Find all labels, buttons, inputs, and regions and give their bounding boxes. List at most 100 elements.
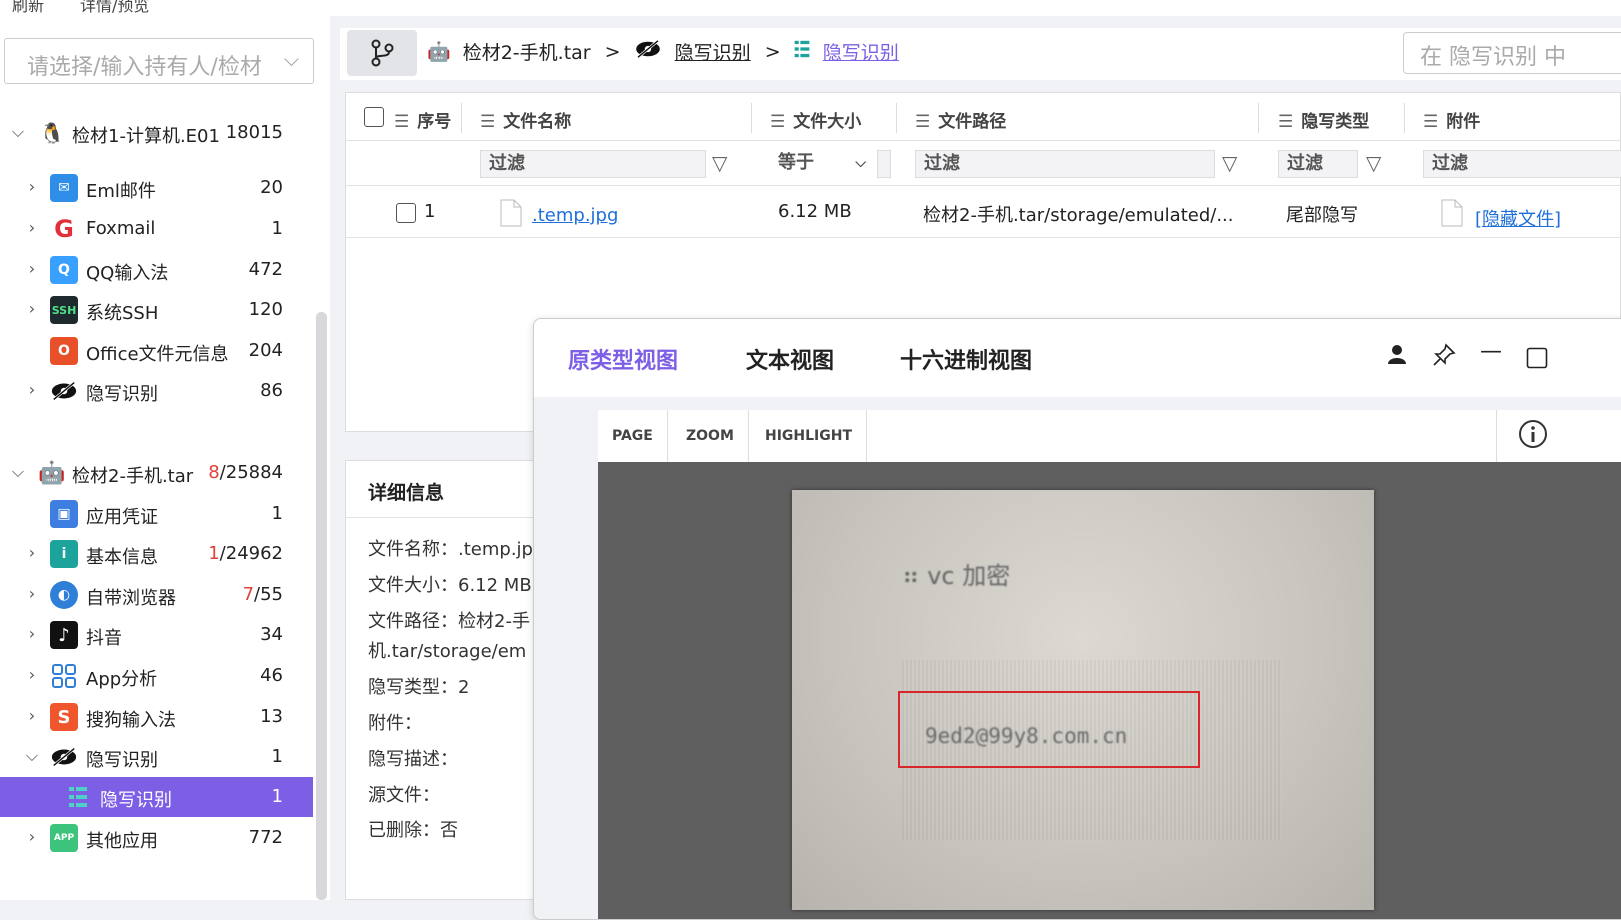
eye-slash-icon	[633, 39, 663, 64]
search-placeholder: 在 隐写识别 中	[1420, 45, 1566, 70]
image-toolbar: PAGE ZOOM HIGHLIGHT	[598, 410, 1621, 463]
app-grid-icon	[50, 662, 78, 690]
search-input[interactable]: 在 隐写识别 中	[1403, 32, 1621, 74]
highlight-button[interactable]: HIGHLIGHT	[751, 410, 868, 462]
chevron-down-icon[interactable]: ⌵	[10, 462, 26, 482]
pin-icon[interactable]	[1432, 343, 1456, 373]
refresh-menu[interactable]: 刷新	[12, 0, 44, 16]
chevron-down-icon[interactable]: ⌵	[10, 122, 26, 142]
image-canvas[interactable]: ⠶ vc 加密 9ed2@99y8.com.cn	[598, 462, 1621, 919]
detail-line: 隐写描述：	[368, 749, 458, 770]
chevron-down-icon[interactable]: ⌵	[24, 746, 40, 766]
filter-path-input[interactable]: 过滤	[915, 150, 1215, 178]
owner-select-placeholder: 请选择/输入持有人/检材	[27, 55, 262, 80]
tree-count: 18015	[225, 122, 283, 143]
tab-text-view[interactable]: 文本视图	[746, 343, 834, 375]
tree-label: App分析	[86, 669, 158, 690]
tree-item-credential[interactable]: ▣ 应用凭证 1	[0, 494, 313, 534]
tree-item-basic-info[interactable]: › i 基本信息 1/24962	[0, 534, 313, 574]
office-icon: O	[50, 337, 78, 365]
owner-select[interactable]: 请选择/输入持有人/检材 ⌵	[4, 38, 314, 84]
tree-count: 1	[271, 503, 283, 524]
detail-line: 附件：	[368, 713, 422, 734]
top-menu: 刷新 详情/预览	[0, 0, 1621, 16]
ssh-icon: SSH	[50, 296, 78, 324]
tree-count: 46	[260, 665, 283, 686]
tree-item-stego2[interactable]: ⌵ 隐写识别 1	[0, 737, 313, 777]
column-header-path[interactable]: ☰ 文件路径	[915, 107, 1006, 132]
file-name-link[interactable]: .temp.jpg	[532, 205, 618, 226]
size-filter-select[interactable]: 等于 ⌵	[770, 150, 870, 178]
column-header-size[interactable]: ☰ 文件大小	[770, 107, 861, 132]
tree-item-stego1[interactable]: › 隐写识别 86	[0, 371, 313, 411]
tree-item-qq-input[interactable]: › Q QQ输入法 472	[0, 250, 313, 290]
tree-item-app-analysis[interactable]: › App分析 46	[0, 656, 313, 696]
tree-count: 86	[260, 380, 283, 401]
douyin-icon: ♪	[50, 621, 78, 649]
details-menu[interactable]: 详情/预览	[80, 0, 149, 16]
info-icon[interactable]	[1517, 418, 1549, 455]
other-app-icon: APP	[50, 824, 78, 852]
column-header-index[interactable]: ☰ 序号	[394, 107, 451, 132]
tree-count: 8/25884	[208, 462, 283, 483]
tree-item-office[interactable]: O Office文件元信息 204	[0, 331, 313, 371]
tree-item-ssh[interactable]: › SSH 系统SSH 120	[0, 290, 313, 330]
file-icon	[500, 199, 522, 232]
filter-icon[interactable]: ▽	[1366, 151, 1381, 175]
size-filter-input[interactable]	[877, 150, 891, 178]
detail-line: 文件路径：检材2-手	[368, 611, 530, 632]
breadcrumb-separator: >	[604, 40, 621, 63]
tree-item-browser[interactable]: › ◐ 自带浏览器 7/55	[0, 575, 313, 615]
user-icon[interactable]	[1386, 343, 1408, 371]
row-size: 6.12 MB	[778, 201, 852, 222]
tree-label: 其他应用	[86, 831, 158, 852]
qq-input-icon: Q	[50, 256, 78, 284]
tab-hex-view[interactable]: 十六进制视图	[900, 343, 1032, 375]
tree-item-sogou[interactable]: › S 搜狗输入法 13	[0, 697, 313, 737]
tree-item-other-apps[interactable]: › APP 其他应用 772	[0, 818, 313, 858]
breadcrumb-separator: >	[764, 40, 781, 63]
tree-count: 20	[260, 177, 283, 198]
attachment-link[interactable]: [隐藏文件]	[1475, 205, 1561, 231]
tree-count: 772	[248, 827, 283, 848]
breadcrumb-item[interactable]: 隐写识别	[675, 38, 751, 65]
breadcrumb-item-current[interactable]: 隐写识别	[823, 38, 899, 65]
tree-item-stego-selected[interactable]: 隐写识别 1	[0, 777, 313, 817]
photo-caption: ⠶ vc 加密	[902, 562, 1011, 590]
list-icon	[64, 783, 92, 811]
tree-item-foxmail[interactable]: › G Foxmail 1	[0, 209, 313, 249]
tree-label: QQ输入法	[86, 263, 169, 284]
breadcrumb-item[interactable]: 检材2-手机.tar	[463, 38, 591, 65]
tree-count: 7/55	[242, 584, 283, 605]
mail-icon: ✉	[50, 174, 78, 202]
tree-label: 基本信息	[86, 547, 158, 568]
tree-label: Eml邮件	[86, 181, 156, 202]
branch-button[interactable]	[347, 30, 417, 76]
filter-name-input[interactable]: 过滤	[480, 150, 706, 178]
page-button[interactable]: PAGE	[598, 410, 668, 462]
select-all-checkbox[interactable]	[364, 107, 384, 127]
row-index: 1	[424, 201, 436, 222]
row-checkbox[interactable]	[396, 203, 416, 223]
tree-label: 系统SSH	[86, 303, 159, 324]
sidebar-scrollbar[interactable]	[316, 312, 327, 900]
filter-icon[interactable]: ▽	[1222, 151, 1237, 175]
filter-type-input[interactable]: 过滤	[1278, 150, 1358, 178]
tree-label: 隐写识别	[86, 384, 158, 405]
tab-original-view[interactable]: 原类型视图	[568, 343, 678, 375]
maximize-icon[interactable]	[1526, 347, 1548, 375]
minimize-icon[interactable]: —	[1480, 339, 1502, 364]
tree-label: 自带浏览器	[86, 588, 176, 609]
column-header-attachment[interactable]: ☰ 附件	[1423, 107, 1480, 132]
tree-label: 抖音	[86, 628, 122, 649]
android-icon: 🤖	[427, 41, 451, 63]
filter-attachment-input[interactable]: 过滤	[1423, 150, 1621, 178]
filter-icon[interactable]: ▽	[712, 151, 727, 175]
tree-case2[interactable]: ⌵ 🤖 检材2-手机.tar 8/25884	[0, 453, 313, 493]
column-header-type[interactable]: ☰ 隐写类型	[1278, 107, 1369, 132]
zoom-button[interactable]: ZOOM	[672, 410, 749, 462]
tree-item-douyin[interactable]: › ♪ 抖音 34	[0, 615, 313, 655]
info-icon: i	[50, 540, 78, 568]
tree-item-eml[interactable]: › ✉ Eml邮件 20	[0, 168, 313, 208]
column-header-name[interactable]: ☰ 文件名称	[480, 107, 571, 132]
